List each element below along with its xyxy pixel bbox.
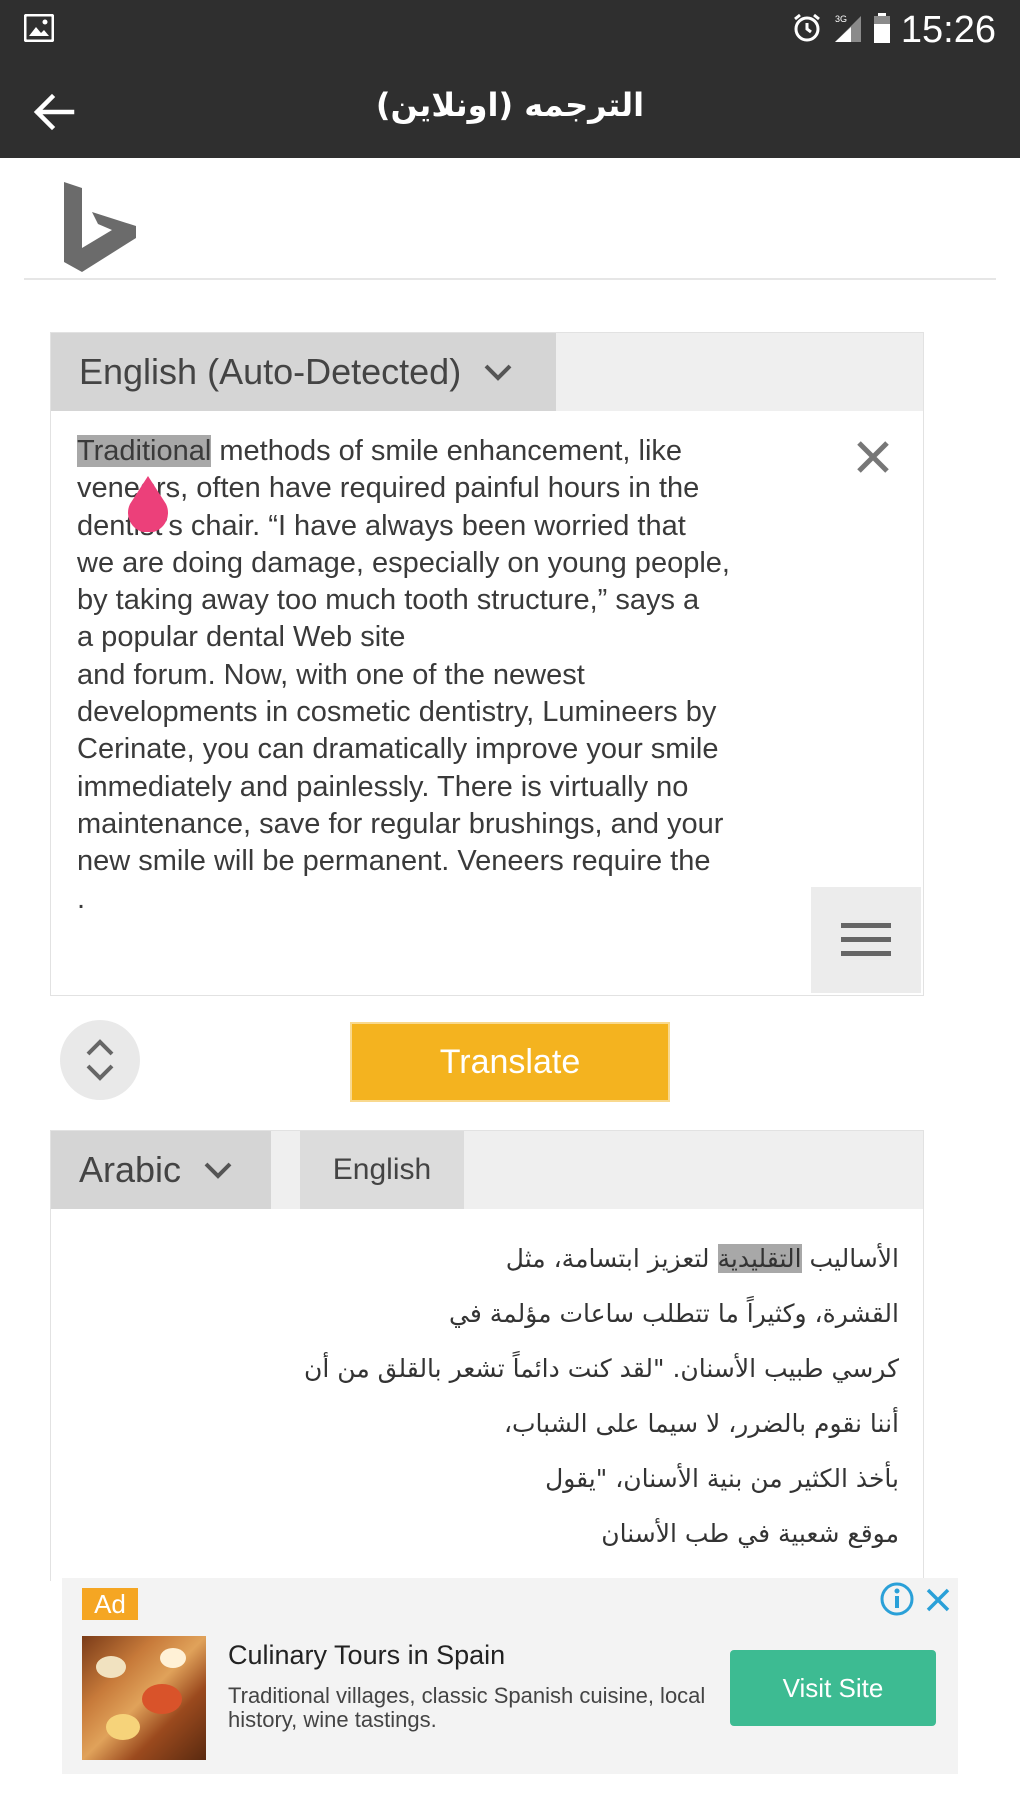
status-icons: 3G 15:26 (791, 8, 996, 51)
target-language-label: Arabic (79, 1149, 182, 1190)
translated-text-start: الأساليب (801, 1244, 900, 1273)
svg-text:3G: 3G (835, 14, 847, 24)
source-language-dropdown[interactable]: English (Auto-Detected) (51, 333, 556, 411)
source-text: methods of smile enhancement, like venee… (77, 435, 730, 915)
ad-title: Culinary Tours in Spain (228, 1640, 506, 1670)
ad-info-icon[interactable] (878, 1580, 916, 1618)
alt-language-tab[interactable]: English (300, 1131, 464, 1209)
bing-logo-icon (64, 182, 136, 272)
swap-arrows-icon (86, 1039, 114, 1081)
translated-text: الأساليب التقليدية لتعزيز ابتسامة، مثل ا… (139, 1231, 899, 1561)
ad-close-icon[interactable] (920, 1582, 956, 1618)
translated-text-rest: القشرة، وكثيراً ما تتطلب ساعات مؤلمة في … (304, 1299, 899, 1548)
visit-site-button[interactable]: Visit Site (730, 1650, 936, 1726)
ad-thumbnail-image (82, 1636, 206, 1760)
target-panel: Arabic English الأساليب التقليدية لتعزيز… (50, 1130, 924, 1581)
ad-description: Traditional villages, classic Spanish cu… (228, 1683, 706, 1732)
swap-languages-button[interactable] (60, 1020, 140, 1100)
selected-word: Traditional (77, 435, 212, 467)
battery-icon (873, 12, 891, 49)
signal-icon: 3G (833, 12, 863, 49)
app-bar: الترجمه (اونلاين) (0, 60, 1020, 158)
chevron-down-icon (484, 364, 512, 381)
source-language-label: English (Auto-Detected) (79, 351, 462, 392)
alarm-icon (791, 12, 823, 49)
status-bar: 3G 15:26 (0, 0, 1020, 60)
translate-button[interactable]: Translate (350, 1022, 670, 1102)
translated-text-line1-end: لتعزيز ابتسامة، مثل (505, 1244, 718, 1273)
source-panel: English (Auto-Detected) Traditional meth… (50, 332, 924, 996)
clear-text-icon[interactable] (855, 439, 891, 475)
ad-badge: Ad (82, 1588, 138, 1620)
gallery-notification-icon (23, 13, 55, 47)
translated-selected-word: التقليدية (717, 1244, 802, 1273)
hamburger-icon (841, 923, 891, 956)
menu-button[interactable] (811, 887, 921, 993)
divider (24, 278, 996, 280)
page-title: الترجمه (اونلاين) (375, 86, 645, 124)
ad-banner[interactable]: Ad Culinary Tours in Spain Traditional v… (62, 1578, 958, 1774)
clock: 15:26 (900, 8, 996, 51)
text-selection-handle-icon[interactable] (124, 474, 172, 533)
source-text-input[interactable]: Traditional methods of smile enhancement… (77, 433, 777, 918)
chevron-down-icon (204, 1162, 232, 1179)
target-language-dropdown[interactable]: Arabic (51, 1131, 271, 1209)
